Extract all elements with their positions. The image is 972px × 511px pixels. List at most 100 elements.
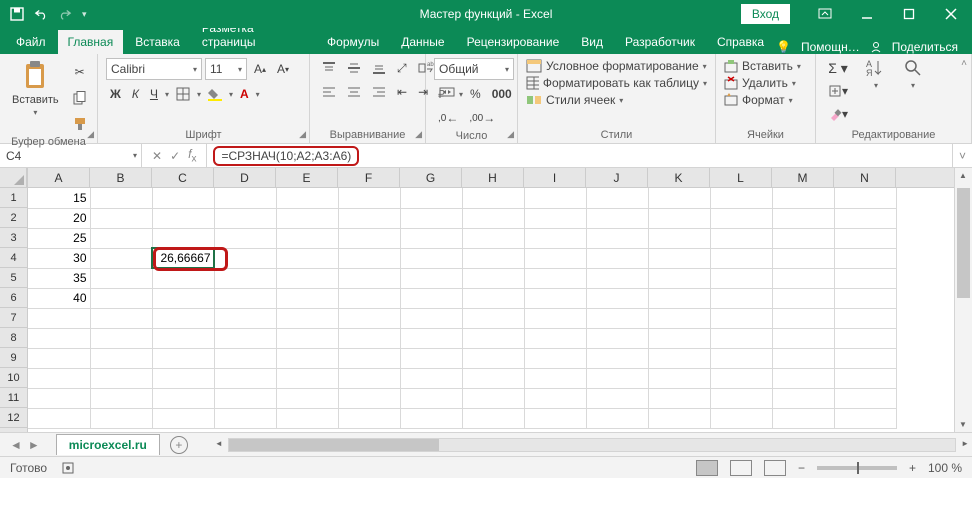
cell-E8[interactable] <box>276 328 338 348</box>
cell-M1[interactable] <box>772 188 834 208</box>
delete-cells-button[interactable]: Удалить▾ <box>724 75 807 91</box>
col-header[interactable]: A <box>28 168 90 187</box>
cell-A11[interactable] <box>28 388 90 408</box>
cell-G10[interactable] <box>400 368 462 388</box>
row-header[interactable]: 10 <box>0 368 27 388</box>
cell-J6[interactable] <box>586 288 648 308</box>
cell-E10[interactable] <box>276 368 338 388</box>
cell-I7[interactable] <box>524 308 586 328</box>
cell-A6[interactable]: 40 <box>28 288 90 308</box>
cell-G5[interactable] <box>400 268 462 288</box>
cell-M5[interactable] <box>772 268 834 288</box>
col-header[interactable]: D <box>214 168 276 187</box>
row-header[interactable]: 4 <box>0 248 27 268</box>
view-pagebreak-icon[interactable] <box>764 460 786 476</box>
hscroll-right-icon[interactable]: ► <box>961 439 969 448</box>
tab-home[interactable]: Главная <box>58 30 124 54</box>
cell-N4[interactable] <box>834 248 896 268</box>
cell-I3[interactable] <box>524 228 586 248</box>
align-top-icon[interactable] <box>318 58 340 78</box>
cell-N3[interactable] <box>834 228 896 248</box>
view-pagelayout-icon[interactable] <box>730 460 752 476</box>
cancel-formula-icon[interactable]: ✕ <box>152 149 162 163</box>
col-header[interactable]: G <box>400 168 462 187</box>
cell-G3[interactable] <box>400 228 462 248</box>
cell-C10[interactable] <box>152 368 214 388</box>
cell-I2[interactable] <box>524 208 586 228</box>
cell-L9[interactable] <box>710 348 772 368</box>
cell-K12[interactable] <box>648 408 710 428</box>
decrease-font-icon[interactable]: A▾ <box>273 59 293 79</box>
row-header[interactable]: 7 <box>0 308 27 328</box>
cell-B10[interactable] <box>90 368 152 388</box>
cell-H5[interactable] <box>462 268 524 288</box>
col-header[interactable]: K <box>648 168 710 187</box>
cell-M7[interactable] <box>772 308 834 328</box>
insert-cells-button[interactable]: Вставить▾ <box>724 58 807 74</box>
cell-D1[interactable] <box>214 188 276 208</box>
cell-H7[interactable] <box>462 308 524 328</box>
number-launcher-icon[interactable]: ◢ <box>507 129 514 140</box>
share-icon[interactable] <box>870 41 882 53</box>
view-normal-icon[interactable] <box>696 460 718 476</box>
cell-L6[interactable] <box>710 288 772 308</box>
maximize-icon[interactable] <box>888 0 930 28</box>
cell-D6[interactable] <box>214 288 276 308</box>
cell-N2[interactable] <box>834 208 896 228</box>
cell-K1[interactable] <box>648 188 710 208</box>
scroll-up-icon[interactable]: ▲ <box>959 171 967 180</box>
conditional-formatting-button[interactable]: Условное форматирование▾ <box>526 58 707 74</box>
cell-G4[interactable] <box>400 248 462 268</box>
cell-J2[interactable] <box>586 208 648 228</box>
bold-button[interactable]: Ж <box>106 84 125 104</box>
cell-N9[interactable] <box>834 348 896 368</box>
cell-E1[interactable] <box>276 188 338 208</box>
vertical-scrollbar[interactable]: ▲ ▼ <box>954 168 972 432</box>
col-header[interactable]: J <box>586 168 648 187</box>
row-header[interactable]: 3 <box>0 228 27 248</box>
hscroll-left-icon[interactable]: ◄ <box>215 439 223 448</box>
cell-C4[interactable]: 26,66667 <box>152 248 214 268</box>
cell-F6[interactable] <box>338 288 400 308</box>
cell-L12[interactable] <box>710 408 772 428</box>
close-icon[interactable] <box>930 0 972 28</box>
sort-filter-icon[interactable]: AЯ <box>862 58 890 78</box>
cell-J12[interactable] <box>586 408 648 428</box>
cell-M4[interactable] <box>772 248 834 268</box>
orientation-icon[interactable]: ⤢ <box>393 58 411 78</box>
cell-E6[interactable] <box>276 288 338 308</box>
cell-M6[interactable] <box>772 288 834 308</box>
cell-D4[interactable] <box>214 248 276 268</box>
cell-G7[interactable] <box>400 308 462 328</box>
zoom-slider[interactable] <box>817 466 897 470</box>
row-header[interactable]: 2 <box>0 208 27 228</box>
cell-I6[interactable] <box>524 288 586 308</box>
row-header[interactable]: 8 <box>0 328 27 348</box>
cell-M12[interactable] <box>772 408 834 428</box>
cell-A12[interactable] <box>28 408 90 428</box>
cell-B9[interactable] <box>90 348 152 368</box>
cell-D5[interactable] <box>214 268 276 288</box>
cell-B12[interactable] <box>90 408 152 428</box>
select-all-corner[interactable] <box>0 168 27 188</box>
cell-I8[interactable] <box>524 328 586 348</box>
cell-D10[interactable] <box>214 368 276 388</box>
cell-D2[interactable] <box>214 208 276 228</box>
cell-I11[interactable] <box>524 388 586 408</box>
cell-F4[interactable] <box>338 248 400 268</box>
name-box[interactable]: C4▾ <box>0 144 142 167</box>
comma-icon[interactable]: 000 <box>488 84 516 104</box>
cell-H2[interactable] <box>462 208 524 228</box>
cell-K8[interactable] <box>648 328 710 348</box>
cell-I1[interactable] <box>524 188 586 208</box>
cell-J8[interactable] <box>586 328 648 348</box>
cell-C12[interactable] <box>152 408 214 428</box>
col-header[interactable]: F <box>338 168 400 187</box>
cell-F7[interactable] <box>338 308 400 328</box>
cell-B4[interactable] <box>90 248 152 268</box>
cell-C11[interactable] <box>152 388 214 408</box>
fill-icon[interactable]: ▾ <box>824 81 852 101</box>
cell-H6[interactable] <box>462 288 524 308</box>
cell-F12[interactable] <box>338 408 400 428</box>
percent-icon[interactable]: % <box>466 84 485 104</box>
